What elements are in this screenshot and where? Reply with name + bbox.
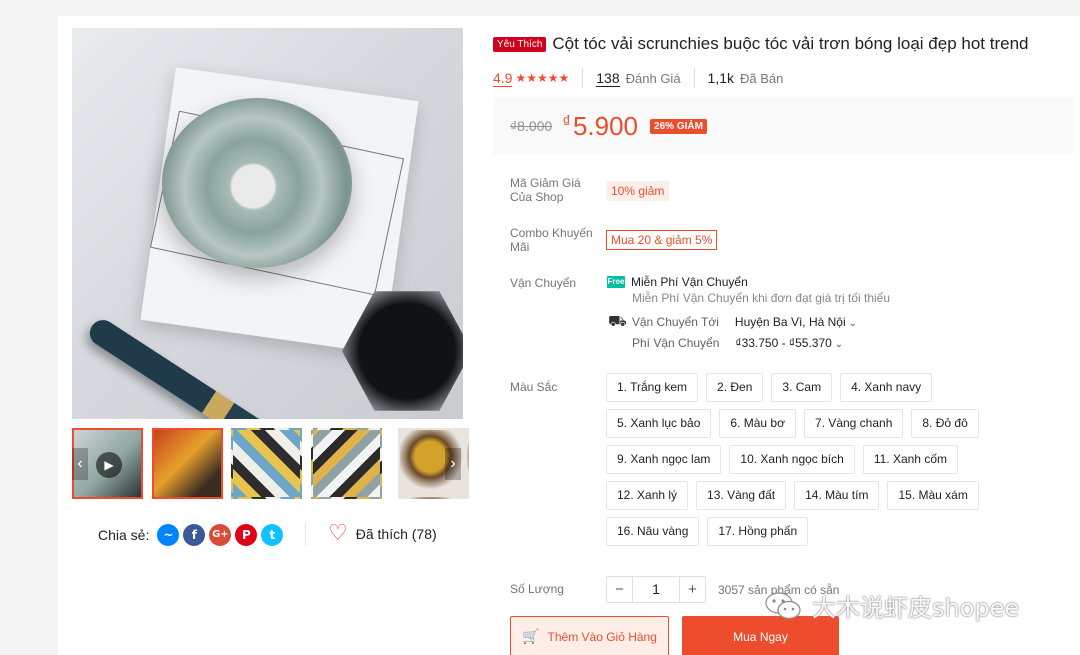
color-option[interactable]: 6. Màu bơ bbox=[719, 409, 796, 438]
sold-count: 1,1k bbox=[707, 70, 735, 86]
stats-divider bbox=[693, 68, 695, 88]
quantity-label: Số Lượng bbox=[510, 582, 564, 596]
shipping-fee: Phí Vận Chuyển ₫33.750 - ₫55.370 ⌄ bbox=[632, 336, 843, 350]
product-title-row: Yêu Thích Cột tóc vải scrunchies buộc tó… bbox=[493, 34, 1029, 54]
sold-label: Đã Bán bbox=[740, 70, 784, 86]
free-shipping-icon: Free bbox=[607, 276, 625, 288]
shipping-to-value: Huyện Ba Vì, Hà Nội bbox=[734, 315, 846, 329]
thumbnail-strip: ▶ ‹ › bbox=[72, 428, 469, 500]
share-divider bbox=[305, 524, 306, 546]
add-to-cart-button[interactable]: 🛒 Thêm Vào Giỏ Hàng bbox=[510, 616, 669, 655]
color-option[interactable]: 17. Hồng phấn bbox=[707, 517, 809, 546]
play-icon[interactable]: ▶ bbox=[96, 452, 122, 478]
color-option[interactable]: 9. Xanh ngọc lam bbox=[606, 445, 722, 474]
favorite-badge: Yêu Thích bbox=[493, 36, 547, 52]
product-main-image[interactable] bbox=[72, 28, 463, 419]
scrunchie-shape bbox=[162, 98, 352, 268]
rating-value[interactable]: 4.9 bbox=[493, 70, 513, 87]
cart-icon: 🛒 bbox=[522, 629, 540, 645]
thumbnail-next-arrow[interactable]: › bbox=[445, 448, 461, 480]
google-plus-icon[interactable]: G+ bbox=[209, 524, 232, 546]
quantity-decrease-button[interactable]: − bbox=[606, 576, 633, 603]
reviews-count[interactable]: 138 bbox=[596, 70, 620, 87]
free-shipping-title: Miễn Phí Vận Chuyển bbox=[631, 275, 748, 289]
heart-icon: ♡ bbox=[328, 521, 348, 546]
share-label: Chia sẻ: bbox=[98, 527, 150, 543]
shipping-label: Vận Chuyển bbox=[510, 276, 577, 290]
add-to-cart-label: Thêm Vào Giỏ Hàng bbox=[547, 630, 657, 644]
watermark-text: 大木说虾皮shopee bbox=[812, 594, 1020, 622]
thumbnail-item[interactable] bbox=[231, 428, 302, 499]
currency-symbol: ₫ bbox=[562, 111, 571, 131]
shipping-to-select[interactable]: Huyện Ba Vì, Hà Nội ⌄ bbox=[735, 315, 857, 329]
twitter-icon[interactable]: t bbox=[261, 524, 284, 546]
quantity-input[interactable]: 1 bbox=[633, 576, 679, 603]
like-button[interactable]: ♡ Đã thích (78) bbox=[328, 523, 437, 545]
like-count: Đã thích (78) bbox=[355, 526, 437, 542]
voucher-label: Mã Giảm Giá Của Shop bbox=[510, 176, 581, 204]
color-option[interactable]: 7. Vàng chanh bbox=[803, 409, 904, 438]
quantity-increase-button[interactable]: + bbox=[679, 576, 706, 603]
current-price: ₫5.900 bbox=[562, 111, 638, 142]
product-stats: 4.9 ★★★★★ 138 Đánh Giá 1,1k Đã Bán bbox=[493, 68, 783, 88]
original-price: ₫8.000 bbox=[510, 118, 553, 134]
product-title: Cột tóc vải scrunchies buộc tóc vải trơn… bbox=[552, 34, 1029, 53]
color-option[interactable]: 1. Trắng kem bbox=[606, 373, 699, 402]
color-option[interactable]: 13. Vàng đất bbox=[696, 481, 787, 510]
combo-deal[interactable]: Mua 20 & giảm 5% bbox=[606, 230, 718, 250]
color-option[interactable]: 10. Xanh ngọc bích bbox=[729, 445, 855, 474]
chevron-down-icon: ⌄ bbox=[834, 339, 844, 350]
messenger-icon[interactable]: ~ bbox=[157, 524, 180, 546]
color-option[interactable]: 2. Đen bbox=[706, 373, 764, 402]
shipping-fee-select[interactable]: ₫33.750 - ₫55.370 ⌄ bbox=[735, 336, 843, 350]
chevron-down-icon: ⌄ bbox=[848, 318, 858, 329]
thumbnail-item[interactable] bbox=[311, 428, 382, 499]
color-option[interactable]: 12. Xanh lý bbox=[606, 481, 689, 510]
color-option[interactable]: 15. Màu xám bbox=[887, 481, 979, 510]
shipping-to-label: Vận Chuyển Tới bbox=[631, 315, 719, 329]
color-option[interactable]: 5. Xanh lục bảo bbox=[606, 409, 712, 438]
color-option[interactable]: 8. Đỏ đô bbox=[911, 409, 979, 438]
rating-stars: ★★★★★ bbox=[515, 71, 570, 85]
price-box: ₫8.000 ₫5.900 26% GIẢM bbox=[493, 97, 1073, 155]
color-option[interactable]: 16. Nâu vàng bbox=[606, 517, 700, 546]
shipping-fee-value: ₫33.750 - ₫55.370 bbox=[735, 336, 832, 350]
watermark: 大木说虾皮shopee bbox=[764, 588, 1019, 623]
color-options: 1. Trắng kem 2. Đen 3. Cam 4. Xanh navy … bbox=[606, 373, 1036, 553]
current-price-value: 5.900 bbox=[572, 110, 639, 141]
truck-icon: ⛟ bbox=[608, 312, 627, 330]
shipping-fee-label: Phí Vận Chuyển bbox=[632, 336, 720, 350]
wechat-logo-icon bbox=[765, 591, 801, 619]
pinterest-icon[interactable]: P bbox=[235, 524, 258, 546]
combo-label: Combo Khuyến Mãi bbox=[510, 226, 593, 254]
stats-divider bbox=[582, 68, 584, 88]
discount-badge: 26% GIẢM bbox=[650, 118, 707, 134]
color-option[interactable]: 3. Cam bbox=[771, 373, 833, 402]
shipping-destination: ⛟ Vận Chuyển Tới Huyện Ba Vì, Hà Nội ⌄ bbox=[608, 312, 857, 332]
color-label: Màu Sắc bbox=[510, 380, 558, 394]
facebook-icon[interactable]: f bbox=[183, 524, 206, 546]
share-row: Chia sẻ: ~ f G+ P t bbox=[98, 523, 287, 547]
thumbnail-prev-arrow[interactable]: ‹ bbox=[72, 448, 88, 480]
color-option[interactable]: 11. Xanh cốm bbox=[862, 445, 958, 474]
shop-voucher[interactable]: 10% giảm bbox=[606, 181, 670, 201]
color-option[interactable]: 4. Xanh navy bbox=[840, 373, 933, 402]
free-shipping-desc: Miễn Phí Vận Chuyển khi đơn đạt giá trị … bbox=[632, 291, 891, 305]
color-option[interactable]: 14. Màu tím bbox=[794, 481, 880, 510]
reviews-label: Đánh Giá bbox=[625, 70, 681, 86]
thumbnail-item[interactable] bbox=[152, 428, 223, 499]
free-shipping: Free Miễn Phí Vận Chuyển bbox=[607, 275, 748, 289]
